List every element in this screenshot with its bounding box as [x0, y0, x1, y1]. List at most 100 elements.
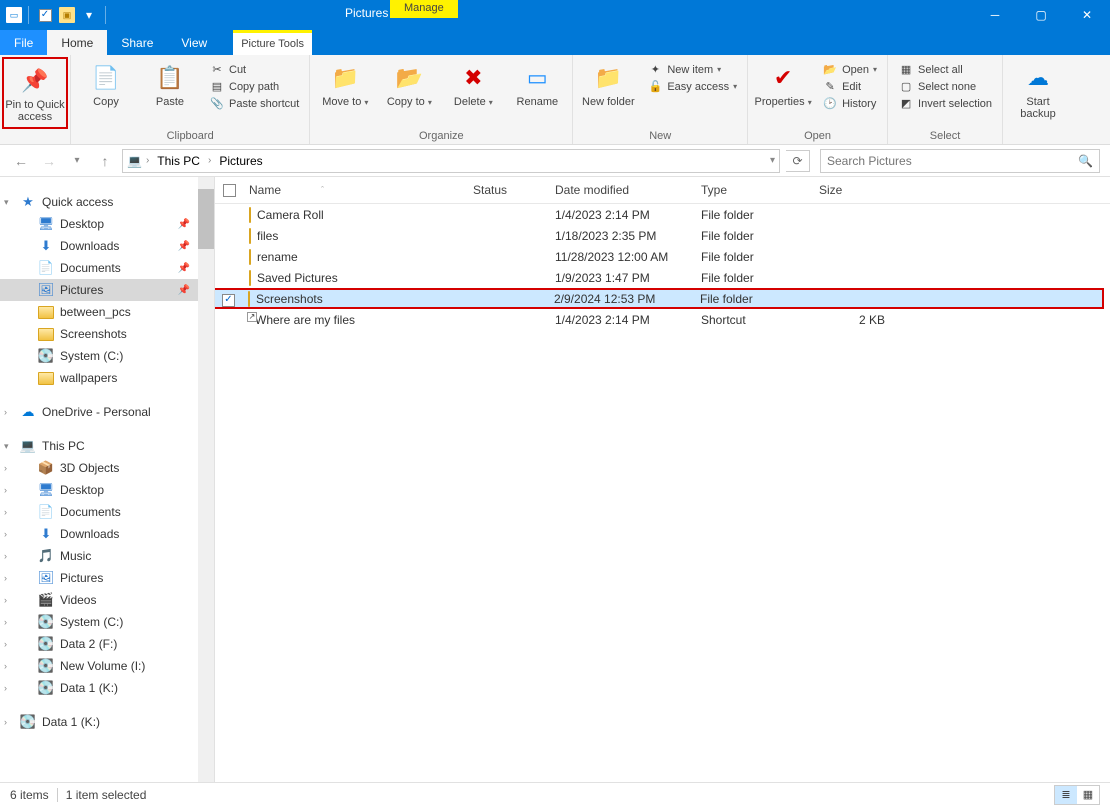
- properties-button[interactable]: ✔Properties ▾: [754, 58, 812, 130]
- search-box[interactable]: 🔍: [820, 149, 1100, 173]
- folder-icon: [38, 326, 54, 342]
- checkbox-column[interactable]: [223, 183, 245, 197]
- breadcrumb-this-pc[interactable]: This PC: [153, 152, 204, 170]
- tab-view[interactable]: View: [167, 30, 221, 55]
- column-size[interactable]: Size: [819, 183, 899, 197]
- qat-checkbox[interactable]: [35, 5, 55, 25]
- close-button[interactable]: ✕: [1064, 0, 1110, 30]
- select-group-label: Select: [894, 130, 996, 144]
- maximize-button[interactable]: ▢: [1018, 0, 1064, 30]
- select-none-button[interactable]: ▢Select none: [894, 79, 996, 94]
- manage-context-tab[interactable]: Manage: [390, 0, 458, 18]
- tree-onedrive[interactable]: ›☁OneDrive - Personal: [0, 401, 214, 423]
- address-bar[interactable]: 💻 › This PC › Pictures ▾: [122, 149, 780, 173]
- tab-picture-tools[interactable]: Picture Tools: [233, 30, 312, 55]
- tree-data1-k-root[interactable]: ›💽Data 1 (K:): [0, 711, 214, 733]
- tree-between-pcs[interactable]: between_pcs: [0, 301, 214, 323]
- copy-path-button[interactable]: ▤Copy path: [205, 79, 303, 94]
- minimize-button[interactable]: ─: [972, 0, 1018, 30]
- open-button[interactable]: 📂Open ▾: [818, 62, 881, 77]
- rename-button[interactable]: ▭Rename: [508, 58, 566, 130]
- large-icons-view-button[interactable]: ▦: [1077, 786, 1099, 804]
- tree-music[interactable]: ›🎵Music: [0, 545, 214, 567]
- tree-pictures-2[interactable]: ›🖼Pictures: [0, 567, 214, 589]
- paste-shortcut-button[interactable]: 📎Paste shortcut: [205, 96, 303, 111]
- tree-data1-k[interactable]: ›💽Data 1 (K:): [0, 677, 214, 699]
- tab-file[interactable]: File: [0, 30, 47, 55]
- recent-locations-button[interactable]: ▾: [66, 150, 88, 172]
- search-input[interactable]: [827, 154, 1078, 168]
- folder-icon: [38, 370, 54, 386]
- tree-scrollbar[interactable]: [198, 177, 214, 782]
- file-row[interactable]: Screenshots2/9/2024 12:53 PMFile folder: [212, 288, 1104, 309]
- file-type: File folder: [701, 250, 819, 264]
- tree-downloads[interactable]: ⬇Downloads📌: [0, 235, 214, 257]
- file-row[interactable]: files1/18/2023 2:35 PMFile folder: [215, 225, 1110, 246]
- tree-screenshots[interactable]: Screenshots: [0, 323, 214, 345]
- ribbon-tabs: File Home Share View Picture Tools ˇ ?: [0, 30, 1110, 55]
- file-row[interactable]: Saved Pictures1/9/2023 1:47 PMFile folde…: [215, 267, 1110, 288]
- tree-documents-2[interactable]: ›📄Documents: [0, 501, 214, 523]
- navigation-tree[interactable]: ▾★Quick access 🖥Desktop📌 ⬇Downloads📌 📄Do…: [0, 177, 215, 782]
- cut-icon: ✂: [209, 63, 225, 76]
- tab-home[interactable]: Home: [47, 30, 107, 55]
- tree-videos[interactable]: ›🎬Videos: [0, 589, 214, 611]
- refresh-button[interactable]: ⟳: [786, 150, 810, 172]
- drive-icon: 💽: [38, 348, 54, 364]
- tree-data2-f[interactable]: ›💽Data 2 (F:): [0, 633, 214, 655]
- new-folder-button[interactable]: 📁New folder: [579, 58, 637, 130]
- tree-wallpapers[interactable]: wallpapers: [0, 367, 214, 389]
- file-row[interactable]: rename11/28/2023 12:00 AMFile folder: [215, 246, 1110, 267]
- forward-button[interactable]: →: [38, 150, 60, 172]
- delete-button[interactable]: ✖Delete ▾: [444, 58, 502, 130]
- column-status[interactable]: Status: [473, 183, 555, 197]
- up-button[interactable]: ↑: [94, 150, 116, 172]
- invert-selection-button[interactable]: ◩Invert selection: [894, 96, 996, 111]
- qat-dropdown[interactable]: ▾: [79, 5, 99, 25]
- file-name: rename: [257, 250, 298, 264]
- tree-pictures[interactable]: 🖼Pictures📌: [0, 279, 214, 301]
- tree-documents[interactable]: 📄Documents📌: [0, 257, 214, 279]
- qat-folder-icon[interactable]: ▣: [59, 7, 75, 23]
- copy-to-button[interactable]: 📂Copy to ▾: [380, 58, 438, 130]
- column-type[interactable]: Type: [701, 183, 819, 197]
- history-button[interactable]: 🕑History: [818, 96, 881, 111]
- delete-icon: ✖: [457, 62, 489, 94]
- tree-system-c[interactable]: 💽System (C:): [0, 345, 214, 367]
- file-row[interactable]: Where are my files1/4/2023 2:14 PMShortc…: [215, 309, 1110, 330]
- pin-to-quick-access-button[interactable]: 📌 Pin to Quick access: [2, 57, 68, 129]
- titlebar: ▭ ▣ ▾ Manage Pictures ─ ▢ ✕: [0, 0, 1110, 30]
- tree-newvol-i[interactable]: ›💽New Volume (I:): [0, 655, 214, 677]
- select-all-button[interactable]: ▦Select all: [894, 62, 996, 77]
- easy-access-button[interactable]: 🔓Easy access ▾: [643, 79, 741, 94]
- start-backup-button[interactable]: ☁Start backup: [1009, 58, 1067, 130]
- music-icon: 🎵: [38, 548, 54, 564]
- tree-this-pc[interactable]: ▾💻This PC: [0, 435, 214, 457]
- tree-quick-access[interactable]: ▾★Quick access: [0, 191, 214, 213]
- tree-downloads-2[interactable]: ›⬇Downloads: [0, 523, 214, 545]
- cut-button[interactable]: ✂Cut: [205, 62, 303, 77]
- details-view-button[interactable]: ≣: [1055, 786, 1077, 804]
- address-history-button[interactable]: ▾: [770, 155, 775, 166]
- tree-desktop[interactable]: 🖥Desktop📌: [0, 213, 214, 235]
- column-name[interactable]: Nameˆ: [245, 183, 473, 197]
- tab-share[interactable]: Share: [107, 30, 167, 55]
- move-to-button[interactable]: 📁Move to ▾: [316, 58, 374, 130]
- new-item-button[interactable]: ✦New item ▾: [643, 62, 741, 77]
- tree-3d-objects[interactable]: ›📦3D Objects: [0, 457, 214, 479]
- pc-icon: 💻: [20, 438, 36, 454]
- paste-button[interactable]: 📋Paste: [141, 58, 199, 130]
- tree-desktop-2[interactable]: ›🖥Desktop: [0, 479, 214, 501]
- file-row[interactable]: Camera Roll1/4/2023 2:14 PMFile folder: [215, 204, 1110, 225]
- back-button[interactable]: ←: [10, 150, 32, 172]
- edit-button[interactable]: ✎Edit: [818, 79, 881, 94]
- downloads-icon: ⬇: [38, 526, 54, 542]
- file-date: 1/4/2023 2:14 PM: [555, 208, 701, 222]
- tree-scroll-thumb[interactable]: [198, 189, 214, 249]
- checkbox-icon[interactable]: [222, 294, 235, 307]
- breadcrumb-pictures[interactable]: Pictures: [215, 152, 266, 170]
- tree-system-c-2[interactable]: ›💽System (C:): [0, 611, 214, 633]
- clipboard-group-label: Clipboard: [77, 130, 303, 144]
- column-date[interactable]: Date modified: [555, 183, 701, 197]
- copy-button[interactable]: 📄Copy: [77, 58, 135, 130]
